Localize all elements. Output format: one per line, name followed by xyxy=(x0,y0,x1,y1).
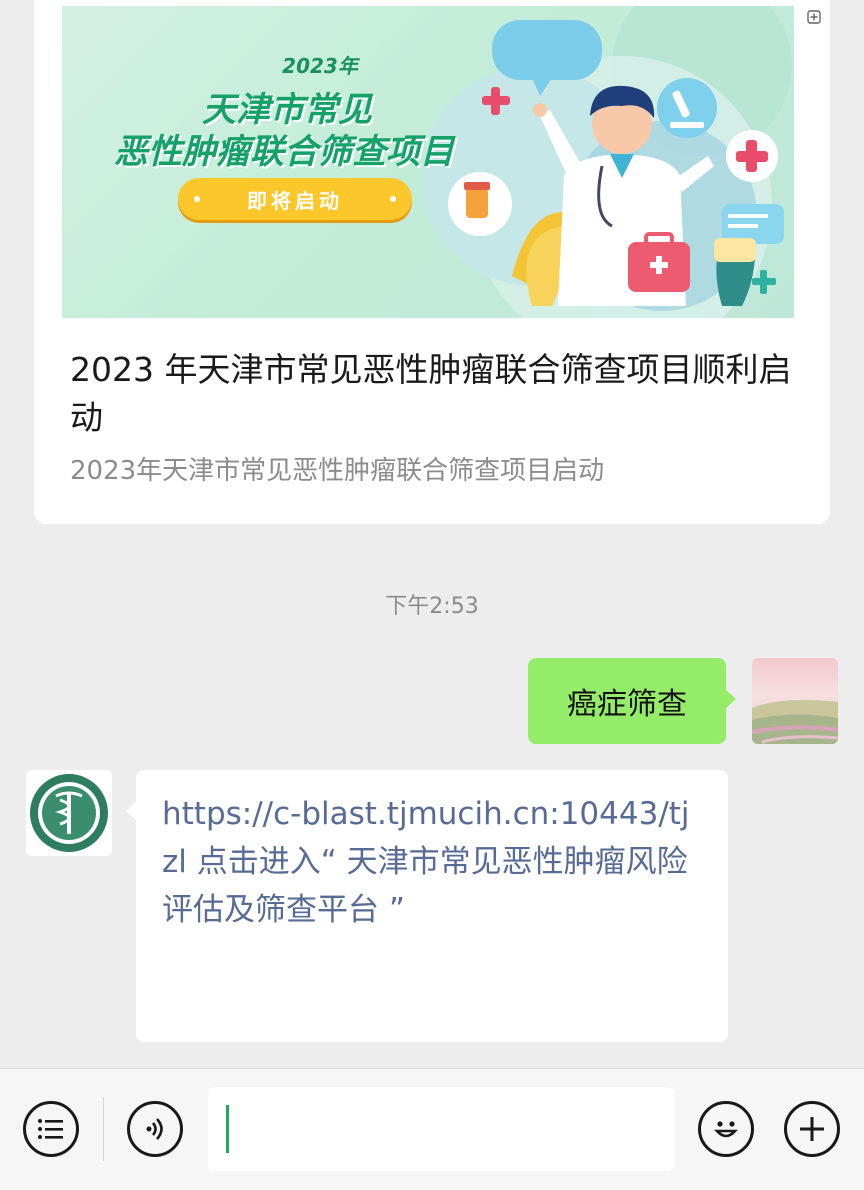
message-input[interactable] xyxy=(208,1087,674,1171)
article-subtitle: 2023年天津市常见恶性肿瘤联合筛查项目启动 xyxy=(70,456,605,486)
banner-title-line2: 恶性肿瘤联合筛查项目 xyxy=(114,132,454,172)
incoming-message-link[interactable]: https://c-blast.tjmucih.cn:10443/tjzl 点击… xyxy=(162,790,704,934)
article-more-icon[interactable] xyxy=(803,6,825,28)
pill-dot-left xyxy=(194,196,200,202)
article-banner-image[interactable]: 2023年 天津市常见 恶性肿瘤联合筛查项目 即将启动 xyxy=(62,6,794,318)
pill-dot-right xyxy=(390,196,396,202)
outgoing-message-bubble[interactable]: 癌症筛查 xyxy=(528,658,736,744)
plus-icon[interactable] xyxy=(784,1101,840,1157)
text-caret xyxy=(226,1105,229,1153)
my-avatar[interactable] xyxy=(752,658,838,744)
input-divider xyxy=(103,1097,104,1161)
outgoing-message-text: 癌症筛查 xyxy=(567,687,687,722)
incoming-message-bubble[interactable]: https://c-blast.tjmucih.cn:10443/tjzl 点击… xyxy=(126,770,728,1042)
article-title[interactable]: 2023 年天津市常见恶性肿瘤联合筛查项目顺利启动 xyxy=(70,346,800,442)
message-timestamp: 下午2:53 xyxy=(385,594,479,619)
banner-year: 2023年 xyxy=(282,54,358,78)
chat-input-bar xyxy=(0,1068,864,1190)
voice-icon[interactable] xyxy=(127,1101,183,1157)
banner-start-pill: 即将启动 xyxy=(178,178,412,220)
emoji-icon[interactable] xyxy=(698,1101,754,1157)
banner-pill-label: 即将启动 xyxy=(247,188,343,213)
contact-avatar[interactable] xyxy=(26,770,112,856)
menu-list-icon[interactable] xyxy=(23,1101,79,1157)
